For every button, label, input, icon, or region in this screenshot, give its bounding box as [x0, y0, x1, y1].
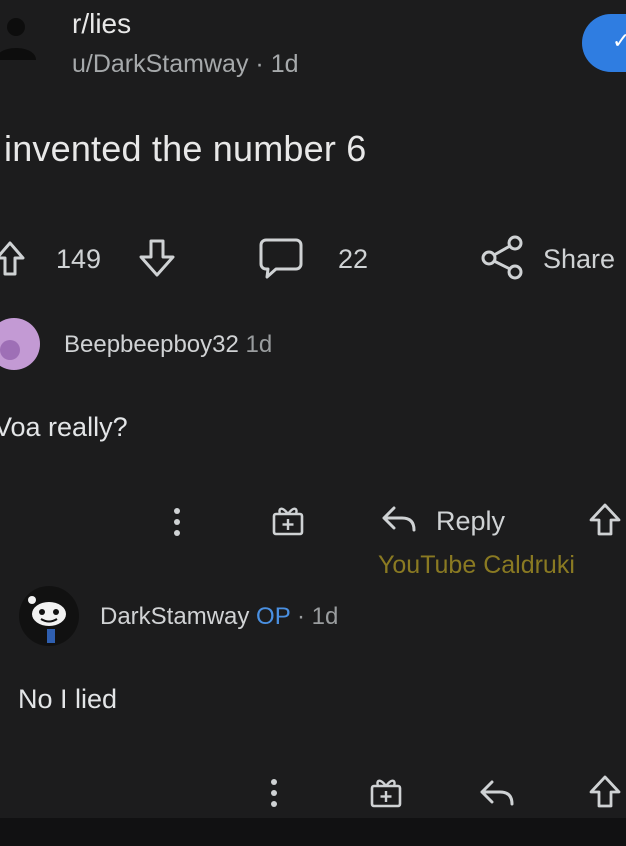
screen: r/lies u/DarkStamway · 1d ✓ invented the… [0, 0, 626, 846]
post-title: invented the number 6 [4, 128, 367, 169]
comment-icon[interactable] [258, 236, 304, 280]
downvote-icon[interactable] [137, 238, 177, 278]
separator-dot: · [255, 50, 271, 78]
reply-button[interactable]: Reply [436, 506, 505, 537]
comment-body: Voa really? [0, 412, 128, 442]
post-author[interactable]: u/DarkStamway [72, 50, 248, 78]
join-button[interactable]: ✓ [582, 14, 626, 72]
op-avatar-icon[interactable] [17, 582, 81, 648]
reply-icon[interactable] [380, 504, 418, 534]
op-comment-upvote-icon[interactable] [588, 774, 622, 810]
comment-time: 1d [245, 331, 273, 358]
post-meta: u/DarkStamway · 1d [72, 50, 299, 79]
op-author-line: DarkStamway OP · 1d [100, 603, 338, 631]
more-options-icon[interactable] [170, 506, 184, 538]
share-icon[interactable] [480, 234, 524, 280]
award-icon[interactable] [270, 502, 306, 538]
bottom-bar [0, 818, 626, 846]
share-label[interactable]: Share [543, 244, 615, 275]
post-time: 1d [270, 50, 299, 78]
op-comment-time: 1d [311, 603, 339, 630]
subreddit-name[interactable]: r/lies [72, 8, 131, 40]
watermark-text: YouTube Caldruki [378, 551, 575, 579]
check-icon: ✓ [612, 28, 626, 53]
commenter-avatar-icon[interactable] [0, 312, 44, 376]
user-avatar-icon[interactable] [0, 14, 38, 60]
comment-author[interactable]: Beepbeepboy32 [64, 331, 239, 358]
op-badge: OP [256, 603, 291, 630]
upvote-count: 149 [56, 244, 102, 274]
op-reply-icon[interactable] [478, 778, 516, 808]
comment-author-line: Beepbeepboy32 1d [64, 331, 272, 359]
op-more-options-icon[interactable] [267, 777, 281, 809]
op-comment-body: No I lied [18, 684, 118, 714]
op-author[interactable]: DarkStamway [100, 603, 249, 630]
comment-upvote-icon[interactable] [588, 502, 622, 538]
comment-count: 22 [338, 244, 369, 274]
separator-dot: · [296, 603, 305, 630]
op-award-icon[interactable] [368, 774, 404, 810]
upvote-icon[interactable] [0, 240, 26, 278]
